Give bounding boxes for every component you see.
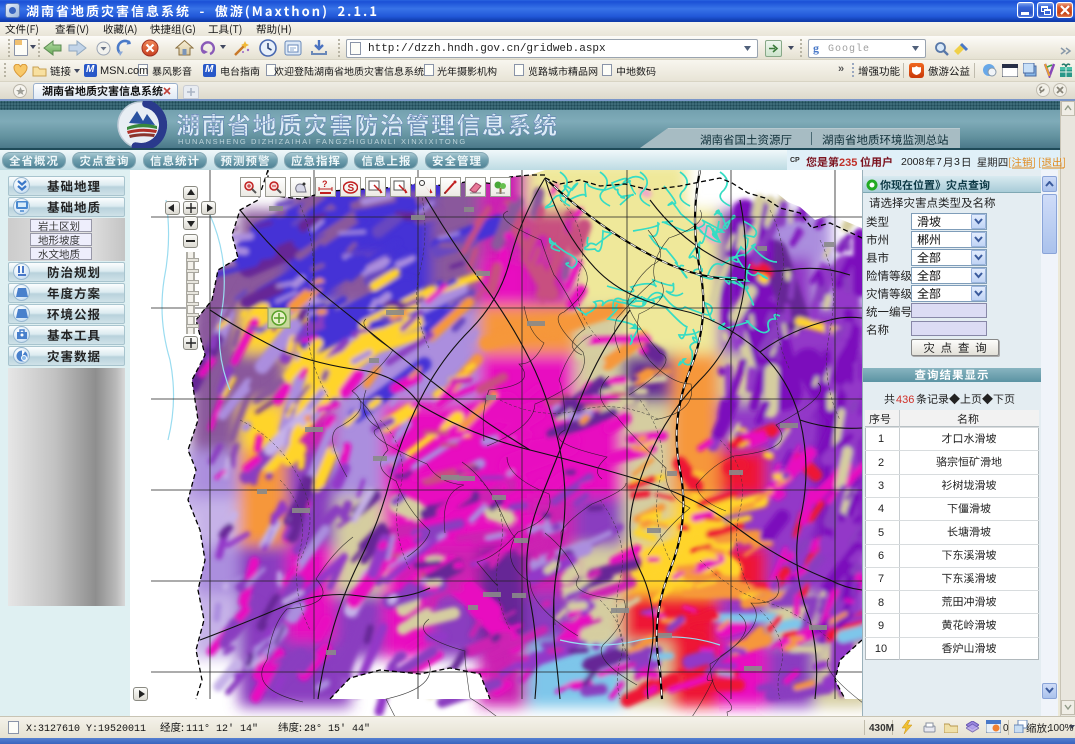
svg-text:?: ? <box>322 179 328 189</box>
svg-text:S: S <box>348 183 355 194</box>
